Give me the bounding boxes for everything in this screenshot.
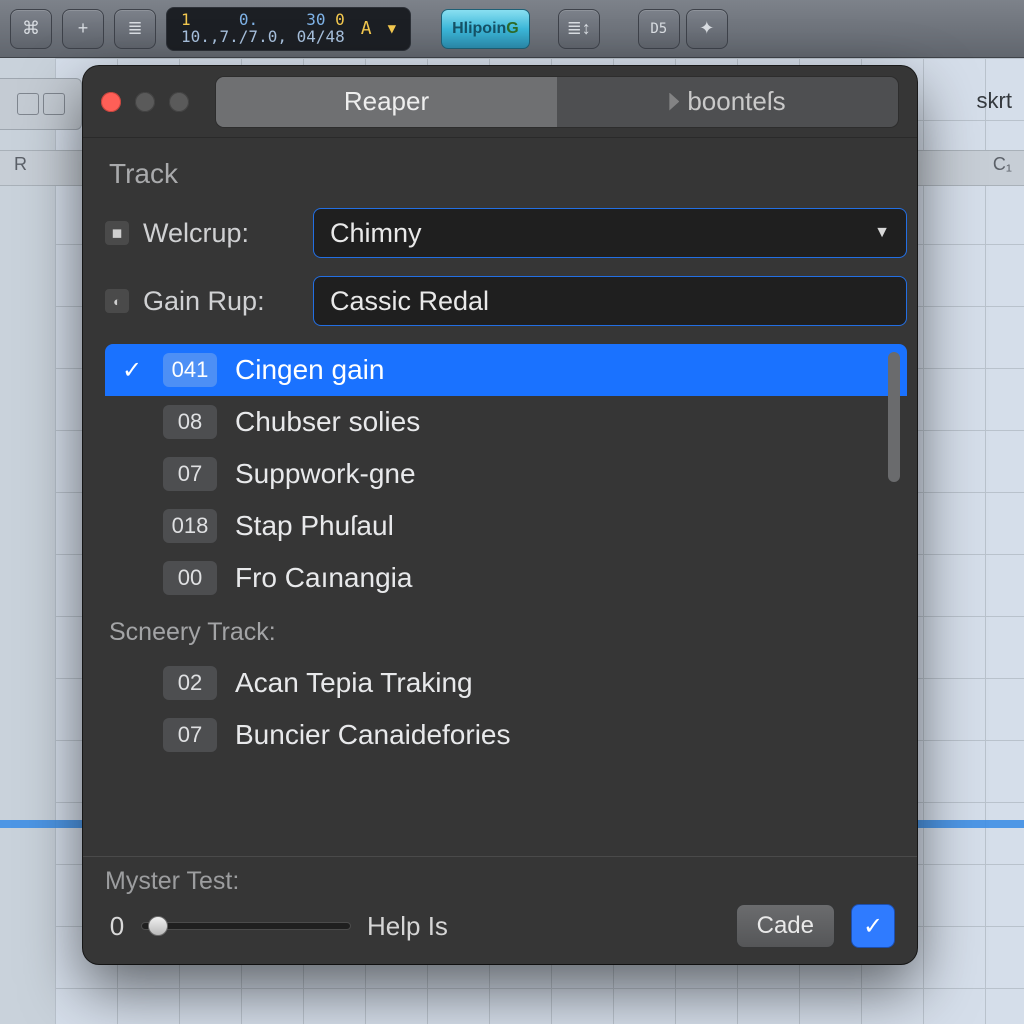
gainrup-label: Gain Rup: <box>143 286 299 317</box>
item-label: Buncier Canaidefories <box>235 719 907 751</box>
toolbar-button-fx[interactable]: ✦ <box>686 9 728 49</box>
welcrup-value: Chimny <box>330 218 422 249</box>
play-icon-2 <box>43 93 65 115</box>
item-number: 02 <box>163 666 217 700</box>
item-number: 041 <box>163 353 217 387</box>
item-number: 00 <box>163 561 217 595</box>
zoom-icon[interactable] <box>169 92 189 112</box>
bookmark-icon: ◼ <box>105 221 129 245</box>
toolbar-button-1[interactable]: ⌘ <box>10 9 52 49</box>
list-item[interactable]: 02 Acan Tepia Traking <box>105 657 907 709</box>
track-list: ✓ 041 Cingen gain 08 Chubser solies 07 Suppwor… <box>105 344 907 604</box>
dialog-footer: Myster Test: 0 Help Is Cade ✓ <box>83 856 917 964</box>
item-label: Suppwork-gne <box>235 458 907 490</box>
app-toolbar: ⌘ + ≣ 1 0. 30 0 10.,7./7.0, 04/48 A ▼ Hl… <box>0 0 1024 58</box>
scenery-list: 02 Acan Tepia Traking 07 Buncier Canaidefor… <box>105 657 907 761</box>
window-traffic-lights <box>101 92 189 112</box>
row-welcrup: ◼ Welcrup: Chimny ▼ <box>105 204 907 262</box>
chevron-right-icon <box>669 93 679 111</box>
item-number: 018 <box>163 509 217 543</box>
scrollbar-thumb[interactable] <box>888 352 900 482</box>
item-label: Acan Tepia Traking <box>235 667 907 699</box>
tab-segment: Reaper boonteſs <box>215 76 899 128</box>
cade-button[interactable]: Cade <box>736 904 835 948</box>
lcd-display[interactable]: 1 0. 30 0 10.,7./7.0, 04/48 A ▼ <box>166 7 411 51</box>
item-label: Stap Phuſaul <box>235 510 907 542</box>
myster-slider[interactable]: 0 <box>105 911 351 942</box>
lcd-val-d: 0 <box>335 10 345 29</box>
welcrup-label: Welcrup: <box>143 218 299 249</box>
help-label: Help Is <box>367 911 448 942</box>
toolbar-button-para[interactable]: ≣↕ <box>558 9 600 49</box>
gainrup-input[interactable]: Cassic Redal <box>313 276 907 326</box>
ruler-left-marker: R <box>14 154 27 174</box>
list-item[interactable]: 018 Stap Phuſaul <box>105 500 907 552</box>
item-number: 07 <box>163 457 217 491</box>
tab-reaper-label: Reaper <box>344 86 429 117</box>
tab-boontels[interactable]: boonteſs <box>557 77 898 127</box>
hipoing-suffix: G <box>506 20 518 38</box>
row-gainrup: ◐ Gain Rup: Cassic Redal <box>105 272 907 330</box>
list-item[interactable]: 08 Chubser solies <box>105 396 907 448</box>
check-icon: ✓ <box>863 912 883 941</box>
list-item[interactable]: ✓ 041 Cingen gain <box>105 344 907 396</box>
track-list-container: ✓ 041 Cingen gain 08 Chubser solies 07 Suppwor… <box>105 344 907 761</box>
titlebar: Reaper boonteſs <box>83 66 917 138</box>
toolbar-button-add[interactable]: + <box>62 9 104 49</box>
item-label: Chubser solies <box>235 406 907 438</box>
list-item[interactable]: 07 Buncier Canaidefories <box>105 709 907 761</box>
list-item[interactable]: 07 Suppwork-gne <box>105 448 907 500</box>
close-icon[interactable] <box>101 92 121 112</box>
chevron-down-icon: ▼ <box>874 224 890 242</box>
hipoing-button[interactable]: HlipoinG <box>441 9 530 49</box>
section-track: Track <box>109 158 903 190</box>
myster-label: Myster Test: <box>105 867 895 896</box>
slider-knob[interactable] <box>148 916 168 936</box>
item-label: Fro Caınangia <box>235 562 907 594</box>
tab-boontels-label: boonteſs <box>687 86 785 117</box>
list-item[interactable]: 00 Fro Caınangia <box>105 552 907 604</box>
ruler-right-marker: C₁ <box>993 154 1012 175</box>
gainrup-value: Cassic Redal <box>330 286 489 317</box>
tab-reaper[interactable]: Reaper <box>216 77 557 127</box>
globe-icon: ◐ <box>105 289 129 313</box>
lcd-val-a: 1 <box>181 10 191 29</box>
toolbar-button-d5[interactable]: D5 <box>638 9 680 49</box>
play-icon <box>17 93 39 115</box>
hipoing-label: Hlipoin <box>452 20 506 38</box>
welcrup-select[interactable]: Chimny ▼ <box>313 208 907 258</box>
lcd-val-b: 0. <box>239 10 258 29</box>
confirm-button[interactable]: ✓ <box>851 904 895 948</box>
check-icon: ✓ <box>119 356 145 385</box>
lcd-letter: A <box>361 18 372 39</box>
section-scenery: Scneery Track: <box>109 618 903 647</box>
cade-label: Cade <box>757 912 814 940</box>
lcd-val-c: 30 <box>306 10 325 29</box>
item-number: 08 <box>163 405 217 439</box>
background-text: skrt <box>977 88 1012 114</box>
track-dialog: Reaper boonteſs Track ◼ Welcrup: Chimny … <box>83 66 917 964</box>
slider-value: 0 <box>105 911 129 942</box>
minimize-icon[interactable] <box>135 92 155 112</box>
lcd-bottom: 10.,7./7.0, 04/48 <box>181 29 345 46</box>
lcd-dropdown-icon[interactable]: ▼ <box>388 21 396 37</box>
slider-track[interactable] <box>141 922 351 930</box>
toolbar-button-list[interactable]: ≣ <box>114 9 156 49</box>
scrollbar[interactable] <box>887 352 901 761</box>
transport-mini[interactable] <box>0 78 82 130</box>
item-label: Cingen gain <box>235 354 907 386</box>
item-number: 07 <box>163 718 217 752</box>
